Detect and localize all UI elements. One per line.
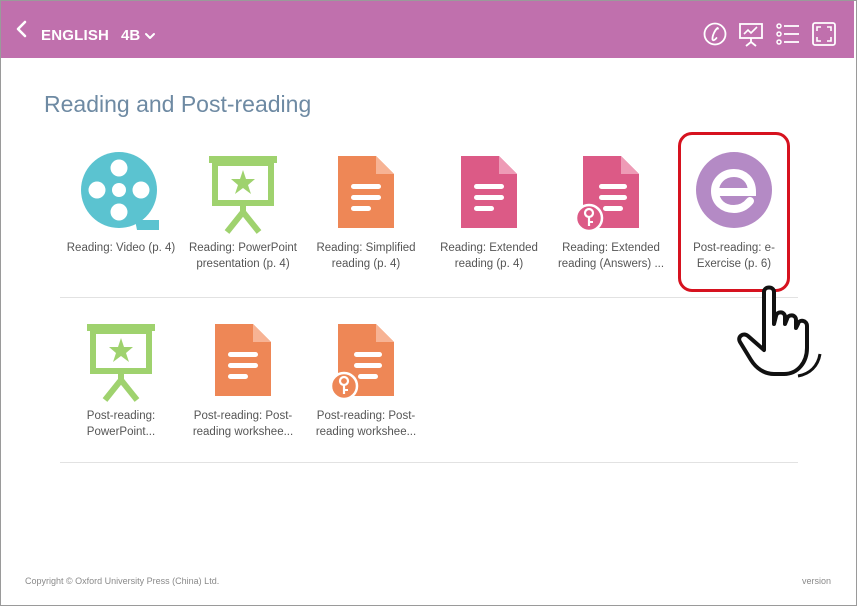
resource-label: Reading: Extended reading (Answers) ... [557,242,665,270]
highlight-box [678,132,790,292]
presentation-board-icon [87,324,155,402]
presentation-icon[interactable] [738,21,764,47]
row-divider [60,297,798,298]
resource-reading-powerpoint[interactable]: Reading: PowerPoint presentation (p. 4) [181,150,305,272]
document-icon [338,156,394,228]
fullscreen-icon[interactable] [811,21,837,47]
presentation-board-icon [209,156,277,234]
document-icon [461,156,517,228]
document-key-icon [329,324,394,401]
resource-post-reading-worksheet[interactable]: Post-reading: Post-reading workshee... [181,318,305,440]
resource-reading-simplified[interactable]: Reading: Simplified reading (p. 4) [304,150,428,272]
resource-label: Post-reading: Post-reading workshee... [192,410,294,438]
info-script-icon[interactable] [702,21,728,47]
subject-label: ENGLISH [41,27,110,44]
list-icon[interactable] [775,21,801,47]
resource-label: Reading: Simplified reading (p. 4) [316,242,416,270]
resource-label: Post-reading: PowerPoint... [86,410,156,438]
resource-label: Reading: Extended reading (p. 4) [440,242,538,270]
top-bar: ENGLISH 4B [1,1,854,58]
resource-label: Reading: Video (p. 4) [66,242,176,254]
resource-post-reading-powerpoint[interactable]: Post-reading: PowerPoint... [59,318,183,440]
back-icon[interactable] [11,17,33,41]
version-text: version [801,576,831,586]
resource-label: Reading: PowerPoint presentation (p. 4) [188,242,298,270]
resource-reading-video[interactable]: Reading: Video (p. 4) [59,150,183,256]
pointing-hand-icon [737,285,822,378]
resource-post-reading-worksheet-answers[interactable]: Post-reading: Post-reading workshee... [304,318,428,440]
copyright-text: Copyright © Oxford University Press (Chi… [25,576,220,586]
resource-label: Post-reading: Post-reading workshee... [315,410,417,438]
grade-selector[interactable]: 4B [121,27,156,44]
chevron-down-icon [145,32,156,39]
grade-label: 4B [121,27,141,44]
resource-reading-extended[interactable]: Reading: Extended reading (p. 4) [427,150,551,272]
video-reel-icon [81,152,159,230]
page-title: Reading and Post-reading [44,91,312,117]
document-key-icon [574,156,639,233]
row-divider [60,462,798,463]
resource-reading-extended-answers[interactable]: Reading: Extended reading (Answers) ... [549,150,673,272]
document-icon [215,324,271,396]
